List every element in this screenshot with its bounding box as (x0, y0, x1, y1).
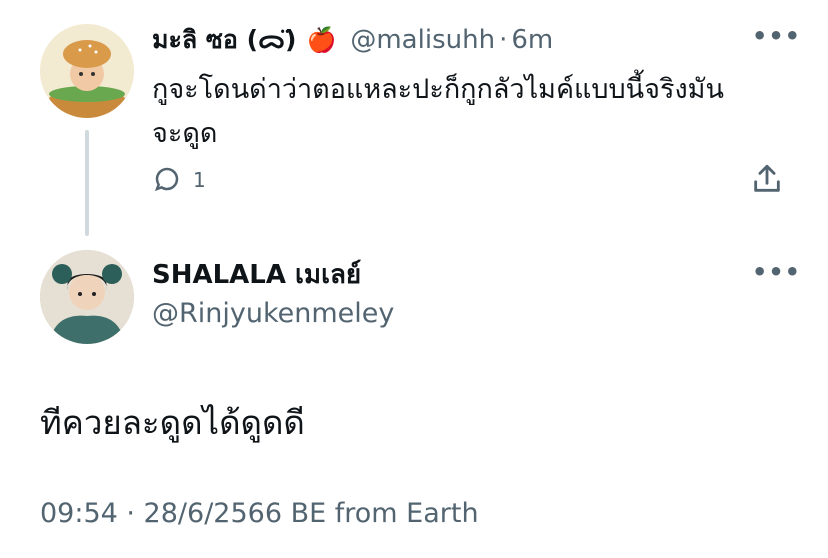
parent-display-name[interactable]: มะลิ ซอ (ᯅ̈) (152, 20, 296, 60)
parent-more-options-icon[interactable]: ••• (752, 22, 801, 50)
reply-handle[interactable]: @Rinjyukenmeley (152, 298, 394, 329)
parent-timestamp[interactable]: 6m (511, 25, 553, 55)
parent-tweet-text: กูจะโดนด่าว่าตอแหละปะก็กูกลัวไมค์แบบนี้จ… (152, 68, 792, 156)
avatar-rinjyukenmeley[interactable] (40, 250, 134, 344)
reply-more-options-icon[interactable]: ••• (752, 258, 801, 286)
parent-handle[interactable]: @malisuhh (350, 25, 495, 55)
apple-emoji-icon: 🍎 (306, 26, 337, 54)
parent-tweet-text-line1: กูจะโดนด่าว่าตอแหละปะก็กูกลัวไมค์แบบนี้จ… (152, 74, 724, 105)
reply-count: 1 (193, 168, 206, 192)
avatar-malisuhh[interactable] (40, 24, 134, 118)
reply-display-name[interactable]: SHALALA เมเลย์ (152, 254, 361, 295)
reply-icon[interactable] (152, 164, 182, 198)
separator-dot: · (499, 25, 508, 55)
reply-timestamp-meta[interactable]: 09:54 · 28/6/2566 BE from Earth (40, 498, 479, 529)
reply-tweet-text: ทีควยละดูดได้ดูดดี (40, 403, 305, 442)
parent-tweet-text-line2: จะดูด (152, 118, 218, 149)
share-icon[interactable] (750, 162, 784, 200)
thread-connector-line (85, 130, 89, 236)
parent-tweet-header: มะลิ ซอ (ᯅ̈) 🍎 @malisuhh · 6m (152, 20, 553, 60)
